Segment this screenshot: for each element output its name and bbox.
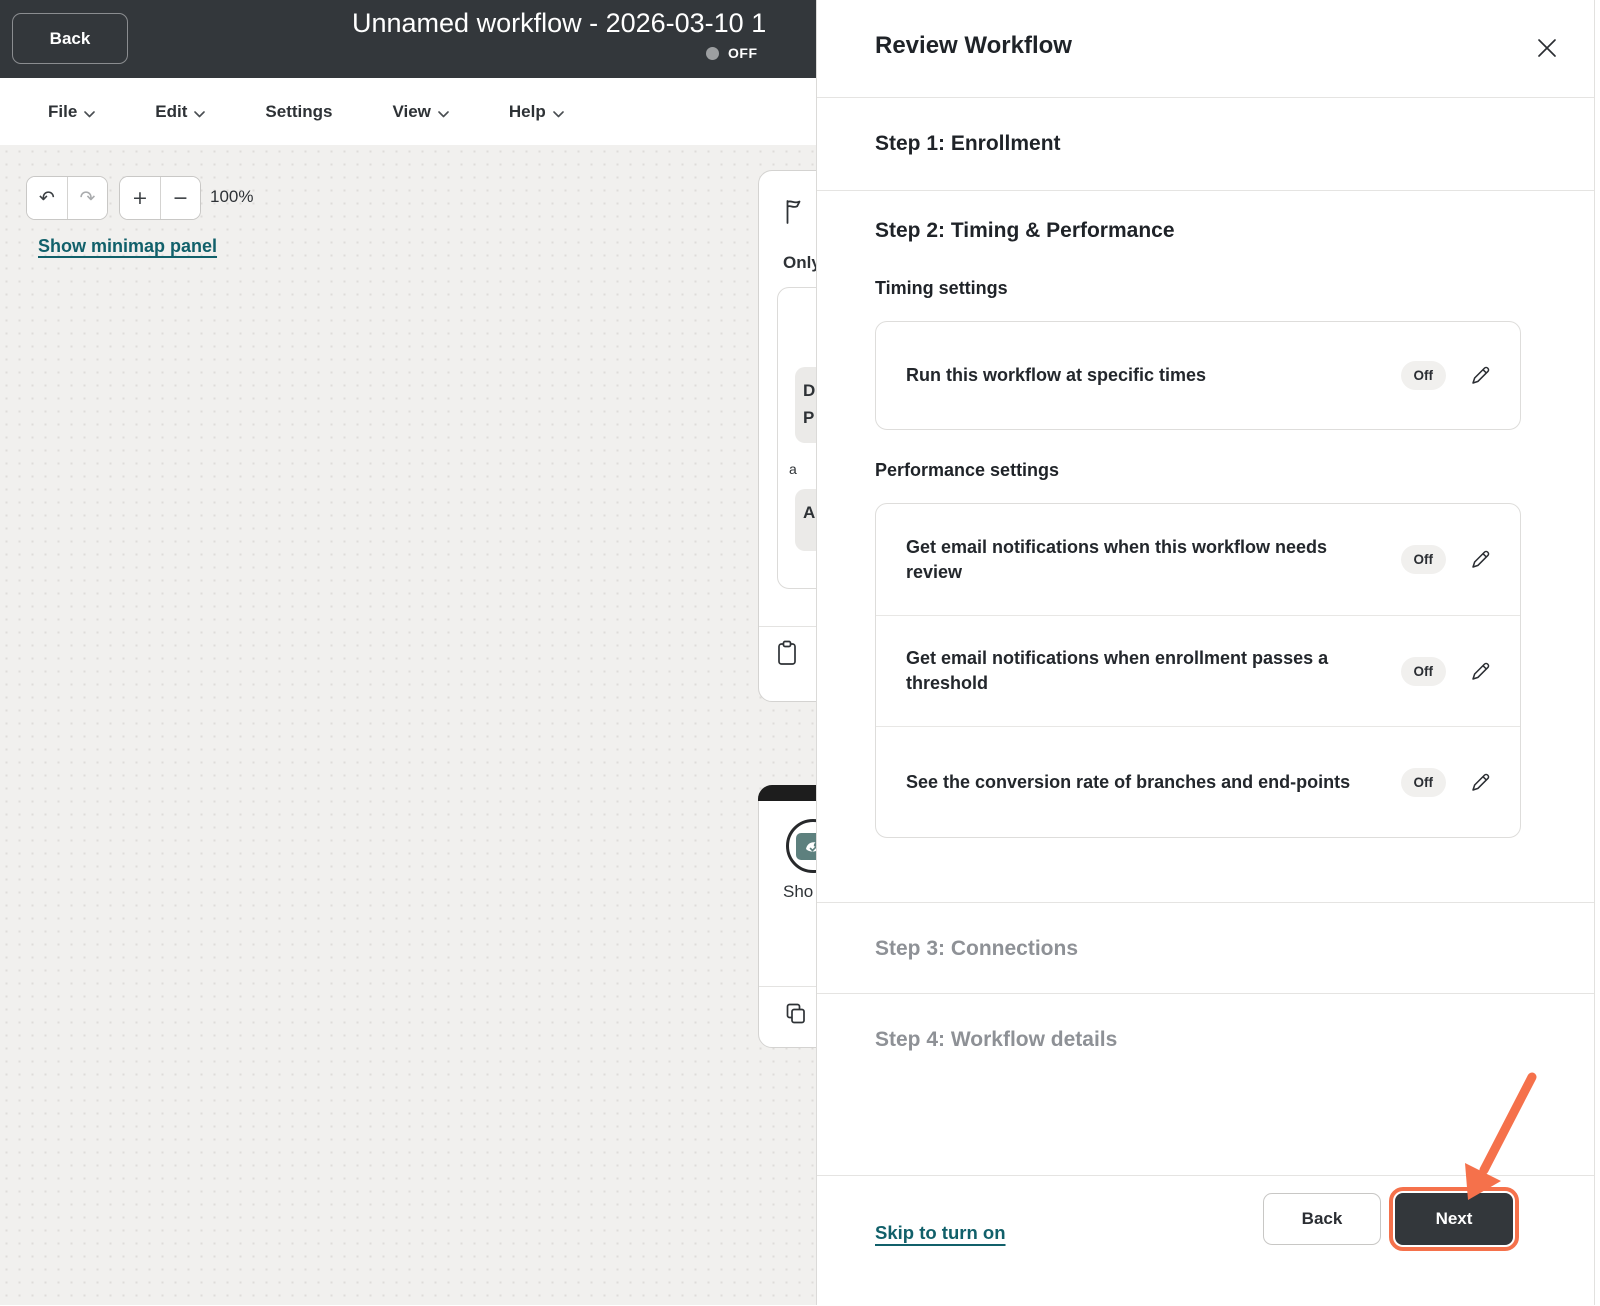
menu-file-label: File	[48, 101, 78, 121]
clipboard-icon[interactable]	[775, 639, 800, 672]
toggle-dot-icon	[706, 46, 719, 60]
setting-label: Get email notifications when enrollment …	[906, 648, 1329, 693]
menu-view[interactable]: View	[392, 101, 449, 123]
zoom-level-label: 100%	[210, 187, 254, 206]
menu-file[interactable]: File	[48, 101, 96, 123]
action-card[interactable]: Sho	[758, 785, 816, 1048]
panel-header: Review Workflow	[817, 0, 1594, 98]
workflow-editor-region: Back Unnamed workflow - 2026-03-10 1 OFF…	[0, 0, 816, 1305]
action-app-avatar	[786, 819, 816, 873]
close-icon[interactable]	[1530, 32, 1564, 66]
chevron-down-icon	[552, 103, 564, 123]
enrollment-trigger-card[interactable]: Only D P a A	[758, 170, 816, 702]
menu-help[interactable]: Help	[509, 101, 564, 123]
toggle-status-label: OFF	[728, 45, 758, 61]
menu-edit[interactable]: Edit	[155, 101, 206, 123]
workflow-canvas[interactable]: ↶ ↷ + − 100% Show minimap panel Only D P…	[0, 145, 816, 1305]
menu-settings-label: Settings	[265, 101, 333, 121]
card-divider	[759, 986, 816, 987]
edit-pencil-icon[interactable]	[1467, 658, 1494, 685]
step-3-label: Step 3: Connections	[875, 936, 1079, 960]
chevron-down-icon	[194, 103, 206, 123]
setting-row-conversion-rate: See the conversion rate of branches and …	[876, 726, 1520, 837]
edit-pencil-icon[interactable]	[1467, 769, 1494, 796]
setting-label: See the conversion rate of branches and …	[906, 771, 1351, 792]
menu-edit-label: Edit	[155, 101, 188, 121]
filter-connector-label: a	[789, 461, 797, 477]
setting-label: Run this workflow at specific times	[906, 365, 1207, 385]
setting-row-needs-review: Get email notifications when this workfl…	[876, 504, 1520, 615]
undo-button[interactable]: ↶	[27, 177, 67, 219]
copy-icon[interactable]	[783, 1001, 809, 1032]
status-badge: Off	[1400, 656, 1446, 686]
performance-settings-heading: Performance settings	[875, 460, 1060, 480]
timing-settings-heading: Timing settings	[875, 278, 1008, 298]
panel-footer: Skip to turn on Back Next	[817, 1175, 1594, 1306]
card-divider	[759, 626, 816, 627]
status-badge: Off	[1400, 361, 1446, 390]
review-workflow-panel: Review Workflow Step 1: Enrollment Step …	[816, 0, 1595, 1305]
trigger-filter-pill[interactable]: D P	[795, 367, 816, 443]
skip-to-turn-on-link[interactable]: Skip to turn on	[875, 1222, 1006, 1244]
status-badge: Off	[1400, 767, 1446, 797]
menu-settings[interactable]: Settings	[265, 102, 332, 122]
step-1-section-header[interactable]: Step 1: Enrollment	[817, 97, 1594, 191]
step-4-label: Step 4: Workflow details	[875, 1028, 1118, 1051]
flag-icon	[781, 197, 807, 230]
menu-bar: File Edit Settings View Help	[0, 78, 816, 145]
show-minimap-link[interactable]: Show minimap panel	[38, 236, 217, 257]
performance-settings-card: Get email notifications when this workfl…	[875, 503, 1521, 838]
chevron-down-icon	[438, 103, 449, 123]
setting-row-specific-times: Run this workflow at specific times Off	[876, 322, 1520, 429]
zoom-out-button[interactable]: −	[160, 177, 200, 219]
action-card-header-strip	[758, 785, 816, 801]
back-button[interactable]: Back	[12, 13, 128, 64]
chevron-down-icon	[84, 103, 96, 123]
panel-title: Review Workflow	[875, 32, 1072, 59]
workflow-title: Unnamed workflow - 2026-03-10 1	[352, 8, 767, 38]
footer-next-button[interactable]: Next	[1389, 1187, 1519, 1251]
edit-pencil-icon[interactable]	[1467, 362, 1494, 389]
undo-redo-group: ↶ ↷	[26, 176, 108, 220]
action-card-title: Sho	[783, 882, 814, 901]
step-2-label: Step 2: Timing & Performance	[875, 219, 1175, 242]
zoom-group: + −	[119, 176, 201, 220]
setting-row-enrollment-threshold: Get email notifications when enrollment …	[876, 615, 1520, 726]
step-3-section-header[interactable]: Step 3: Connections	[817, 902, 1594, 994]
trigger-filter-pill[interactable]: A	[795, 489, 816, 551]
redo-button[interactable]: ↷	[67, 177, 107, 219]
trigger-card-title: Only	[783, 253, 816, 272]
zoom-in-button[interactable]: +	[120, 177, 160, 219]
menu-view-label: View	[392, 101, 431, 121]
status-badge: Off	[1400, 545, 1446, 574]
timing-settings-card: Run this workflow at specific times Off	[875, 321, 1521, 430]
footer-back-button[interactable]: Back	[1263, 1193, 1381, 1245]
edit-pencil-icon[interactable]	[1467, 546, 1494, 573]
top-bar: Back Unnamed workflow - 2026-03-10 1 OFF	[0, 0, 816, 78]
bird-app-icon	[796, 832, 816, 860]
step-1-label: Step 1: Enrollment	[875, 131, 1061, 155]
workflow-status-toggle[interactable]: OFF	[706, 45, 758, 61]
setting-label: Get email notifications when this workfl…	[906, 536, 1328, 582]
step-4-section-header[interactable]: Step 4: Workflow details	[817, 993, 1594, 1086]
menu-help-label: Help	[508, 101, 546, 121]
